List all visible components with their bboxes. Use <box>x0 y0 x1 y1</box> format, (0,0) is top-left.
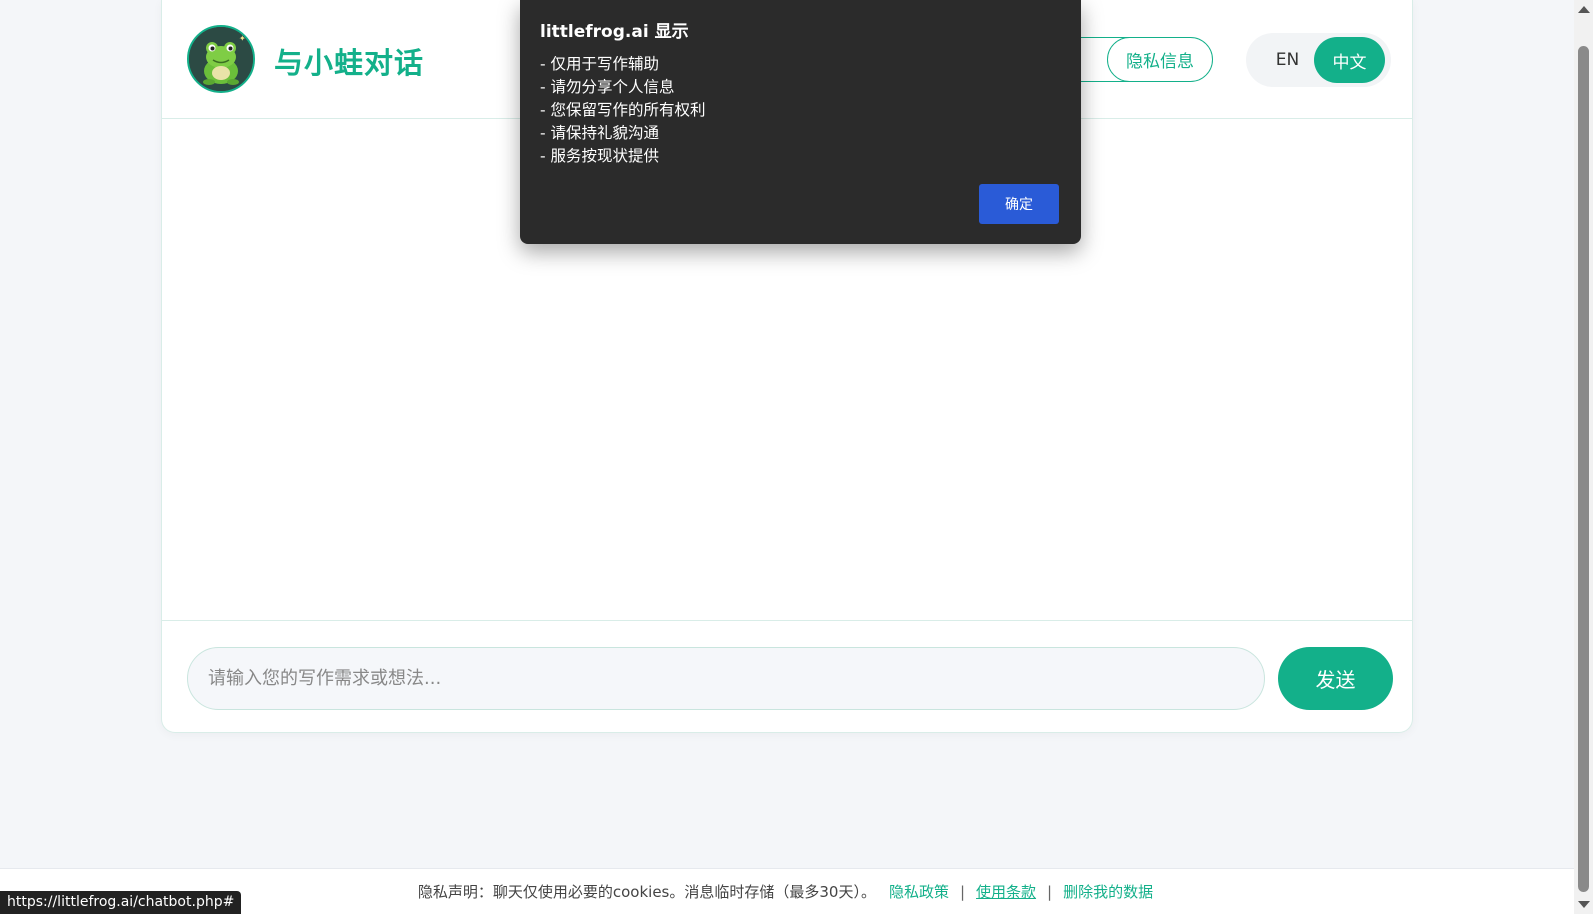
footer-separator: | <box>959 882 966 901</box>
dialog-line: - 请保持礼貌沟通 <box>540 124 660 142</box>
frog-icon: ✦ <box>189 27 253 91</box>
page-scrollbar[interactable] <box>1574 0 1593 914</box>
terms-of-use-link[interactable]: 使用条款 <box>976 881 1036 902</box>
language-toggle: EN 中文 <box>1246 33 1391 87</box>
dialog-title: littlefrog.ai 显示 <box>540 22 689 42</box>
chat-input-area: 发送 <box>162 620 1412 733</box>
frog-avatar: ✦ <box>187 25 255 93</box>
status-bar-url: https://littlefrog.ai/chatbot.php# <box>0 891 242 914</box>
delete-my-data-link[interactable]: 删除我的数据 <box>1063 881 1153 902</box>
scroll-up-icon[interactable] <box>1578 6 1590 13</box>
privacy-policy-link[interactable]: 隐私政策 <box>889 881 949 902</box>
lang-en-button[interactable]: EN <box>1260 41 1315 79</box>
scrollbar-thumb[interactable] <box>1578 46 1589 892</box>
dialog-message: - 仅用于写作辅助 - 请勿分享个人信息 - 您保留写作的所有权利 - 请保持礼… <box>540 53 706 168</box>
send-button[interactable]: 发送 <box>1278 647 1393 710</box>
privacy-info-button[interactable]: 隐私信息 <box>1107 37 1213 82</box>
footer-separator: | <box>1047 882 1053 901</box>
dialog-line: - 您保留写作的所有权利 <box>540 101 706 119</box>
page-title: 与小蛙对话 <box>274 46 425 80</box>
svg-text:✦: ✦ <box>239 34 246 43</box>
scroll-down-icon[interactable] <box>1578 901 1590 908</box>
privacy-statement: 隐私声明：聊天仅使用必要的cookies。消息临时存储（最多30天）。 <box>417 883 876 901</box>
chat-input[interactable] <box>187 647 1265 710</box>
dialog-line: - 服务按现状提供 <box>540 147 660 165</box>
dialog-line: - 仅用于写作辅助 <box>540 55 660 73</box>
lang-zh-button[interactable]: 中文 <box>1314 37 1385 83</box>
alert-dialog: littlefrog.ai 显示 - 仅用于写作辅助 - 请勿分享个人信息 - … <box>520 0 1081 244</box>
dialog-line: - 请勿分享个人信息 <box>540 78 675 96</box>
dialog-ok-button[interactable]: 确定 <box>979 184 1059 224</box>
